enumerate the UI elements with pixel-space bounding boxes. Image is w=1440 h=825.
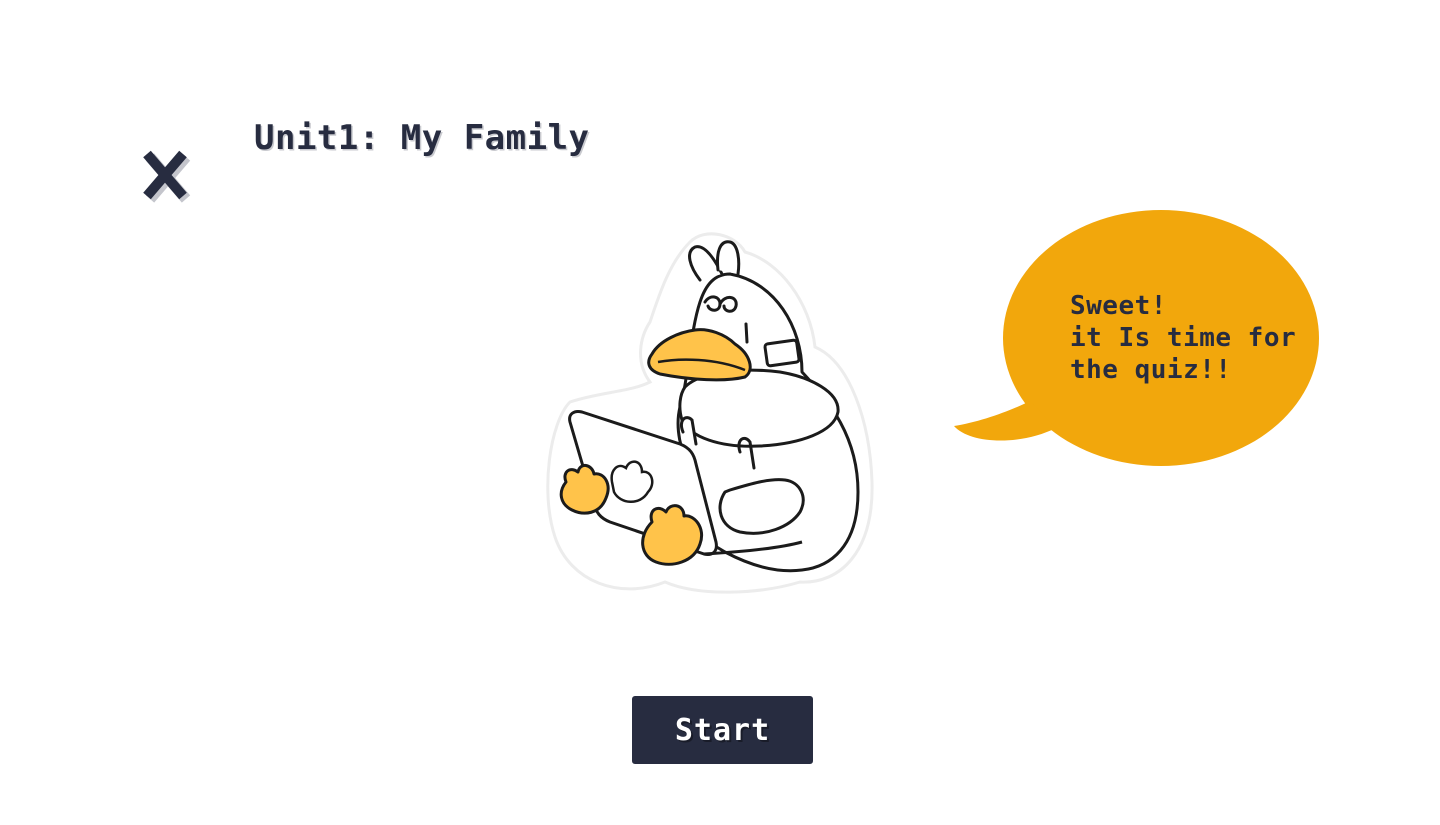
page-title: Unit1: My Family (254, 118, 590, 158)
speech-line-1: Sweet! (1070, 291, 1167, 321)
duck-laptop-illustration (546, 232, 874, 594)
close-icon (143, 150, 191, 203)
speech-line-3: the quiz!! (1070, 355, 1232, 385)
speech-line-2: it Is time for (1070, 323, 1297, 353)
speech-bubble-text: Sweet! it Is time for the quiz!! (1070, 290, 1320, 386)
start-button[interactable]: Start (632, 696, 813, 764)
close-button[interactable] (138, 145, 196, 207)
